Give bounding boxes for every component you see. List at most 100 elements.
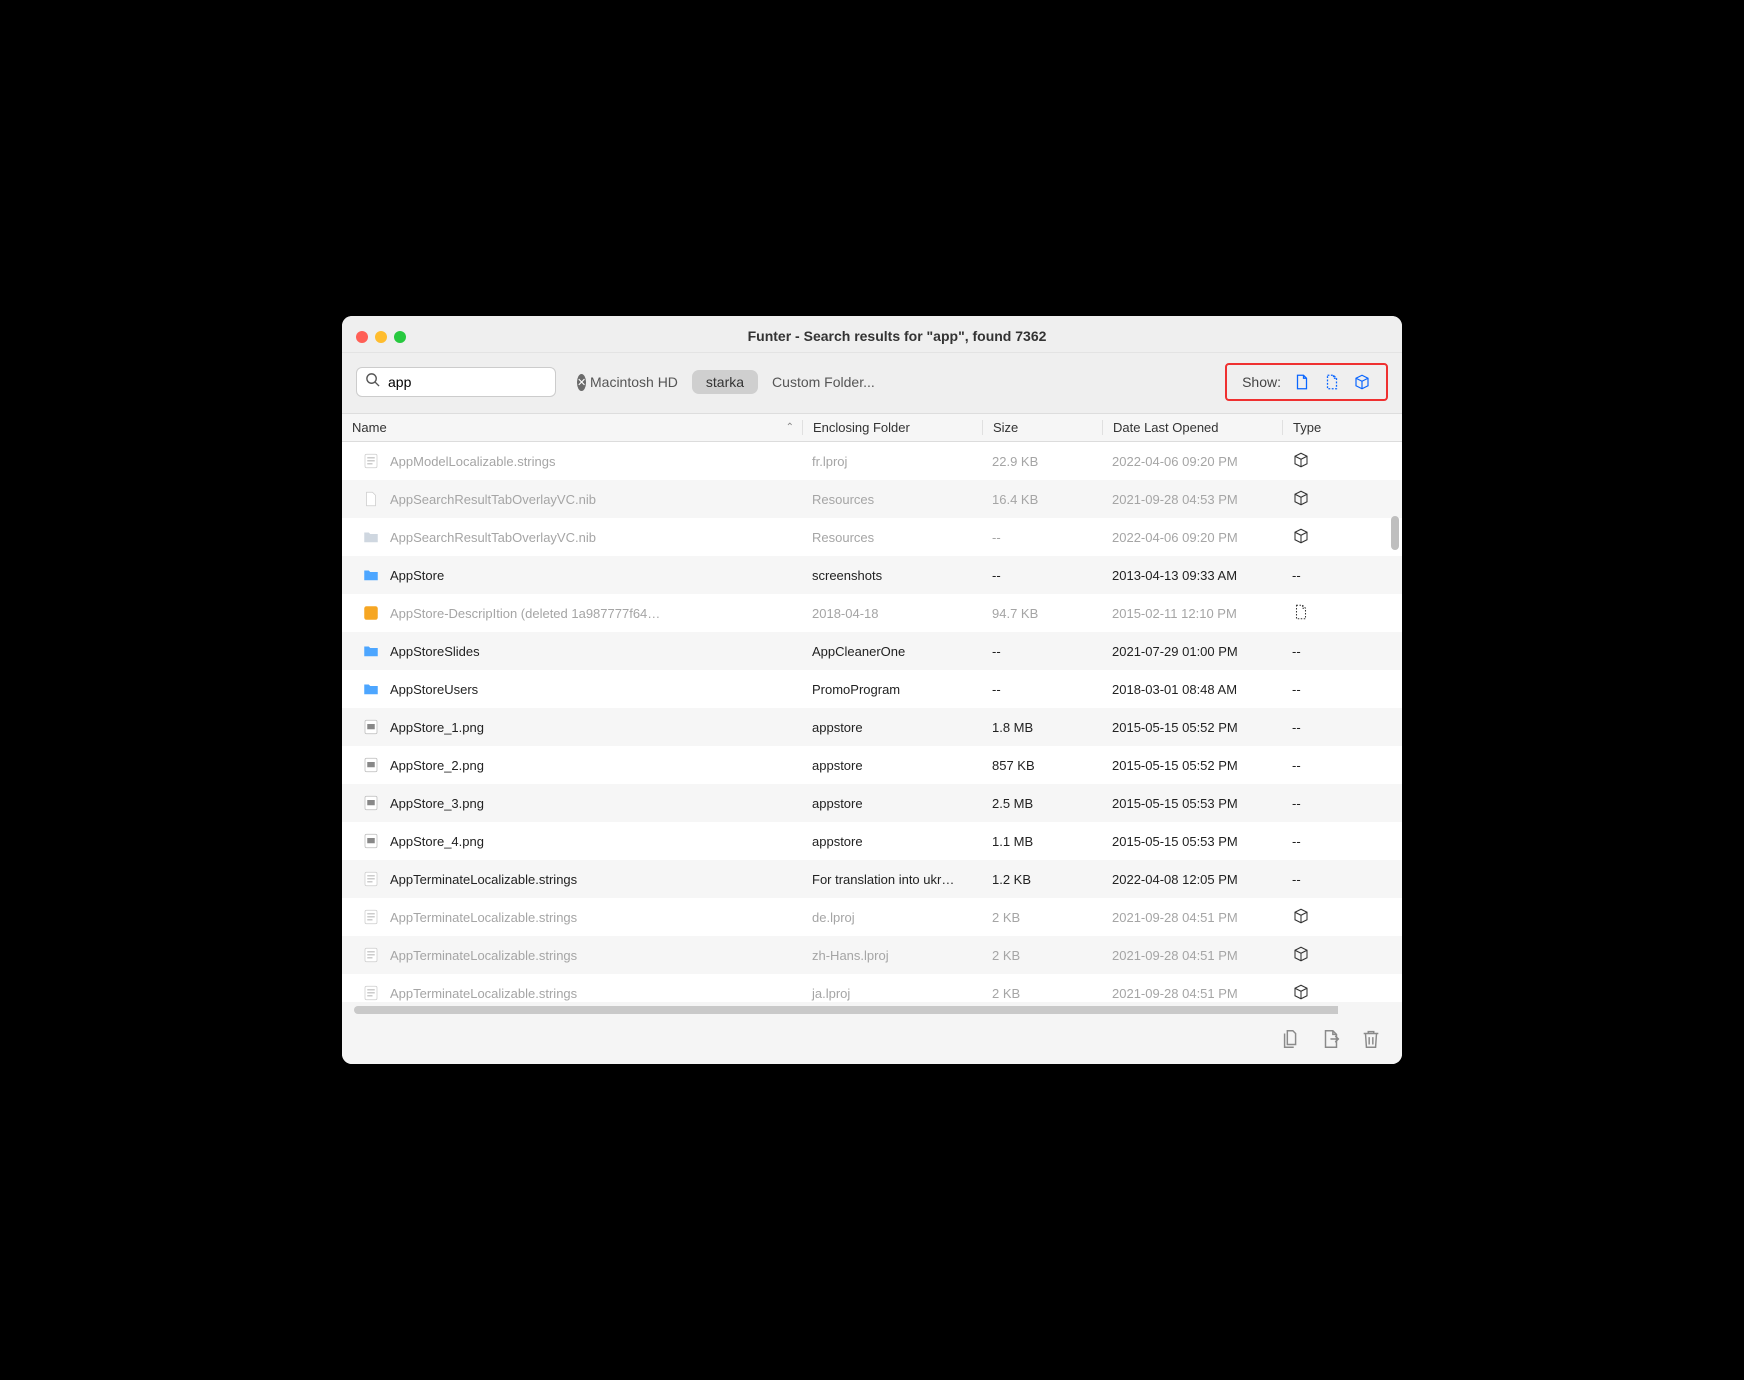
file-size: 2 KB xyxy=(982,986,1102,1001)
folder-icon xyxy=(362,642,380,660)
file-type: -- xyxy=(1282,834,1342,849)
enclosing-folder: appstore xyxy=(802,720,982,735)
file-name: AppTerminateLocalizable.strings xyxy=(390,910,577,925)
file-type xyxy=(1282,489,1342,510)
file-type: -- xyxy=(1282,720,1342,735)
file-name: AppStore_4.png xyxy=(390,834,484,849)
strings-icon xyxy=(362,870,380,888)
file-size: 16.4 KB xyxy=(982,492,1102,507)
location-tab[interactable]: Custom Folder... xyxy=(758,370,889,394)
strings-icon xyxy=(362,946,380,964)
file-name: AppStore xyxy=(390,568,444,583)
blank-icon xyxy=(362,490,380,508)
file-name: AppStore-DescripItion (deleted 1a987777f… xyxy=(390,606,660,621)
date-last-opened: 2018-03-01 08:48 AM xyxy=(1102,682,1282,697)
table-row[interactable]: AppStoreUsersPromoProgram--2018-03-01 08… xyxy=(342,670,1402,708)
show-files-toggle[interactable] xyxy=(1293,373,1311,391)
table-row[interactable]: AppModelLocalizable.stringsfr.lproj22.9 … xyxy=(342,442,1402,480)
vertical-scrollbar-thumb[interactable] xyxy=(1391,516,1399,550)
file-type: -- xyxy=(1282,758,1342,773)
search-field[interactable]: ✕ xyxy=(356,367,556,397)
table-row[interactable]: AppStore-DescripItion (deleted 1a987777f… xyxy=(342,594,1402,632)
enclosing-folder: Resources xyxy=(802,530,982,545)
file-type xyxy=(1282,527,1342,548)
date-last-opened: 2022-04-06 09:20 PM xyxy=(1102,454,1282,469)
strings-icon xyxy=(362,452,380,470)
png-icon xyxy=(362,794,380,812)
show-packages-toggle[interactable] xyxy=(1353,373,1371,391)
header-folder[interactable]: Enclosing Folder xyxy=(802,420,982,435)
date-last-opened: 2013-04-13 09:33 AM xyxy=(1102,568,1282,583)
trash-button[interactable] xyxy=(1360,1028,1382,1050)
location-tab[interactable]: Macintosh HD xyxy=(576,370,692,394)
enclosing-folder: PromoProgram xyxy=(802,682,982,697)
show-label: Show: xyxy=(1242,374,1281,390)
results-list: AppModelLocalizable.stringsfr.lproj22.9 … xyxy=(342,442,1402,1002)
close-window-button[interactable] xyxy=(356,331,368,343)
table-row[interactable]: AppTerminateLocalizable.strings ja.lproj2… xyxy=(342,974,1402,1002)
file-name: AppTerminateLocalizable.strings xyxy=(390,986,577,1001)
folder-icon xyxy=(362,566,380,584)
file-size: 1.1 MB xyxy=(982,834,1102,849)
reveal-in-finder-button[interactable] xyxy=(1320,1028,1342,1050)
enclosing-folder: appstore xyxy=(802,834,982,849)
png-icon xyxy=(362,832,380,850)
date-last-opened: 2021-07-29 01:00 PM xyxy=(1102,644,1282,659)
table-row[interactable]: AppStoreSlidesAppCleanerOne--2021-07-29 … xyxy=(342,632,1402,670)
file-name: AppModelLocalizable.strings xyxy=(390,454,555,469)
toolbar: ✕ Macintosh HDstarkaCustom Folder... Sho… xyxy=(342,353,1402,414)
file-name: AppStore_3.png xyxy=(390,796,484,811)
file-size: 1.8 MB xyxy=(982,720,1102,735)
strings-icon xyxy=(362,984,380,1002)
file-size: 857 KB xyxy=(982,758,1102,773)
enclosing-folder: 2018-04-18 xyxy=(802,606,982,621)
file-size: 94.7 KB xyxy=(982,606,1102,621)
date-last-opened: 2015-05-15 05:53 PM xyxy=(1102,834,1282,849)
header-type[interactable]: Type xyxy=(1282,420,1342,435)
file-name: AppSearchResultTabOverlayVC.nib xyxy=(390,492,596,507)
folder-icon xyxy=(362,680,380,698)
file-name: AppStoreSlides xyxy=(390,644,480,659)
copy-path-button[interactable] xyxy=(1280,1028,1302,1050)
enclosing-folder: fr.lproj xyxy=(802,454,982,469)
location-tabs: Macintosh HDstarkaCustom Folder... xyxy=(576,370,889,394)
table-row[interactable]: AppStore_2.pngappstore857 KB2015-05-15 0… xyxy=(342,746,1402,784)
file-size: 2.5 MB xyxy=(982,796,1102,811)
enclosing-folder: ja.lproj xyxy=(802,986,982,1001)
file-type xyxy=(1282,907,1342,928)
file-type xyxy=(1282,451,1342,472)
date-last-opened: 2022-04-06 09:20 PM xyxy=(1102,530,1282,545)
orange-icon xyxy=(362,604,380,622)
enclosing-folder: AppCleanerOne xyxy=(802,644,982,659)
table-row[interactable]: AppStore_4.png appstore1.1 MB2015-05-15 0… xyxy=(342,822,1402,860)
table-row[interactable]: AppTerminateLocalizable.stringsde.lproj2… xyxy=(342,898,1402,936)
enclosing-folder: Resources xyxy=(802,492,982,507)
header-size[interactable]: Size xyxy=(982,420,1102,435)
table-row[interactable]: AppStore_3.pngappstore2.5 MB2015-05-15 0… xyxy=(342,784,1402,822)
file-type xyxy=(1282,603,1342,624)
enclosing-folder: appstore xyxy=(802,796,982,811)
date-last-opened: 2022-04-08 12:05 PM xyxy=(1102,872,1282,887)
file-size: -- xyxy=(982,530,1102,545)
minimize-window-button[interactable] xyxy=(375,331,387,343)
header-date[interactable]: Date Last Opened xyxy=(1102,420,1282,435)
horizontal-scrollbar[interactable] xyxy=(354,1006,1390,1014)
table-row[interactable]: AppStore_1.pngappstore1.8 MB2015-05-15 0… xyxy=(342,708,1402,746)
table-row[interactable]: AppSearchResultTabOverlayVC.nibResources… xyxy=(342,518,1402,556)
file-type xyxy=(1282,983,1342,1003)
table-row[interactable]: AppSearchResultTabOverlayVC.nib Resources… xyxy=(342,480,1402,518)
table-row[interactable]: AppStorescreenshots--2013-04-13 09:33 AM… xyxy=(342,556,1402,594)
search-icon xyxy=(365,372,380,392)
date-last-opened: 2015-05-15 05:52 PM xyxy=(1102,720,1282,735)
table-row[interactable]: AppTerminateLocalizable.stringsFor trans… xyxy=(342,860,1402,898)
maximize-window-button[interactable] xyxy=(394,331,406,343)
search-input[interactable] xyxy=(386,373,571,391)
column-headers: Name⌃ Enclosing Folder Size Date Last Op… xyxy=(342,414,1402,442)
strings-icon xyxy=(362,908,380,926)
header-name[interactable]: Name⌃ xyxy=(342,420,802,435)
table-row[interactable]: AppTerminateLocalizable.stringszh-Hans.l… xyxy=(342,936,1402,974)
location-tab[interactable]: starka xyxy=(692,370,758,394)
file-size: 2 KB xyxy=(982,948,1102,963)
show-hidden-toggle[interactable] xyxy=(1323,373,1341,391)
file-type xyxy=(1282,945,1342,966)
